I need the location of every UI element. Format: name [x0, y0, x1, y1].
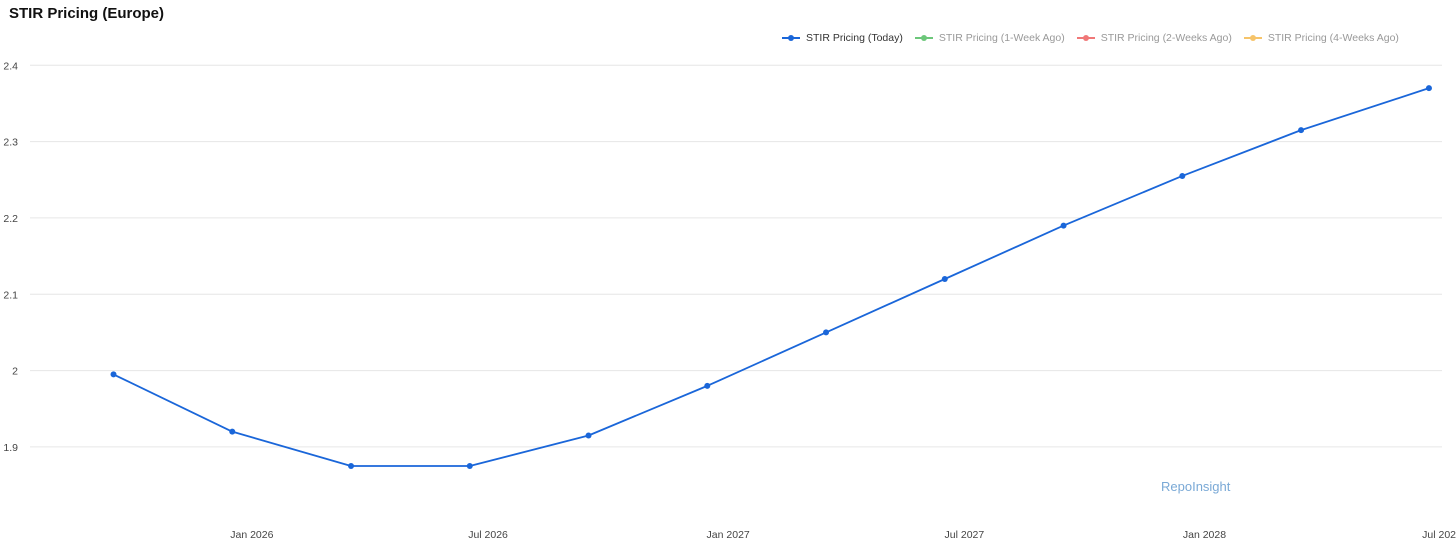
- data-point: [1298, 127, 1305, 134]
- y-tick-label: 2.1: [3, 289, 18, 301]
- y-tick-label: 2.3: [3, 137, 18, 149]
- x-tick-label: Jan 2026: [230, 529, 273, 541]
- data-point: [1179, 172, 1186, 179]
- data-point: [1425, 85, 1432, 92]
- y-tick-label: 2: [12, 366, 18, 378]
- data-point: [704, 382, 711, 389]
- data-point: [941, 276, 948, 282]
- y-tick-label: 2.2: [3, 213, 18, 225]
- x-tick-label: Jan 2027: [707, 529, 750, 541]
- data-point: [229, 428, 236, 435]
- x-tick-label: Jul 2028: [1422, 529, 1456, 541]
- y-tick-label: 1.9: [3, 442, 18, 454]
- x-tick-label: Jul 2026: [468, 529, 508, 541]
- data-point: [823, 329, 830, 336]
- data-point: [1060, 222, 1067, 229]
- series-line: [113, 87, 1430, 467]
- line-chart: 1.9 2 2.1 2.2 2.3 2.4 Jan 2026 Jul 2026 Jan 2027…: [3, 60, 1456, 541]
- y-tick-label: 2.4: [3, 60, 18, 72]
- x-tick-label: Jul 2027: [945, 529, 985, 541]
- data-point: [466, 463, 473, 470]
- data-point: [348, 463, 355, 470]
- watermark: RepoInsight: [1161, 479, 1231, 494]
- x-tick-label: Jan 2028: [1183, 529, 1226, 541]
- data-point: [110, 371, 117, 378]
- data-point: [585, 432, 592, 439]
